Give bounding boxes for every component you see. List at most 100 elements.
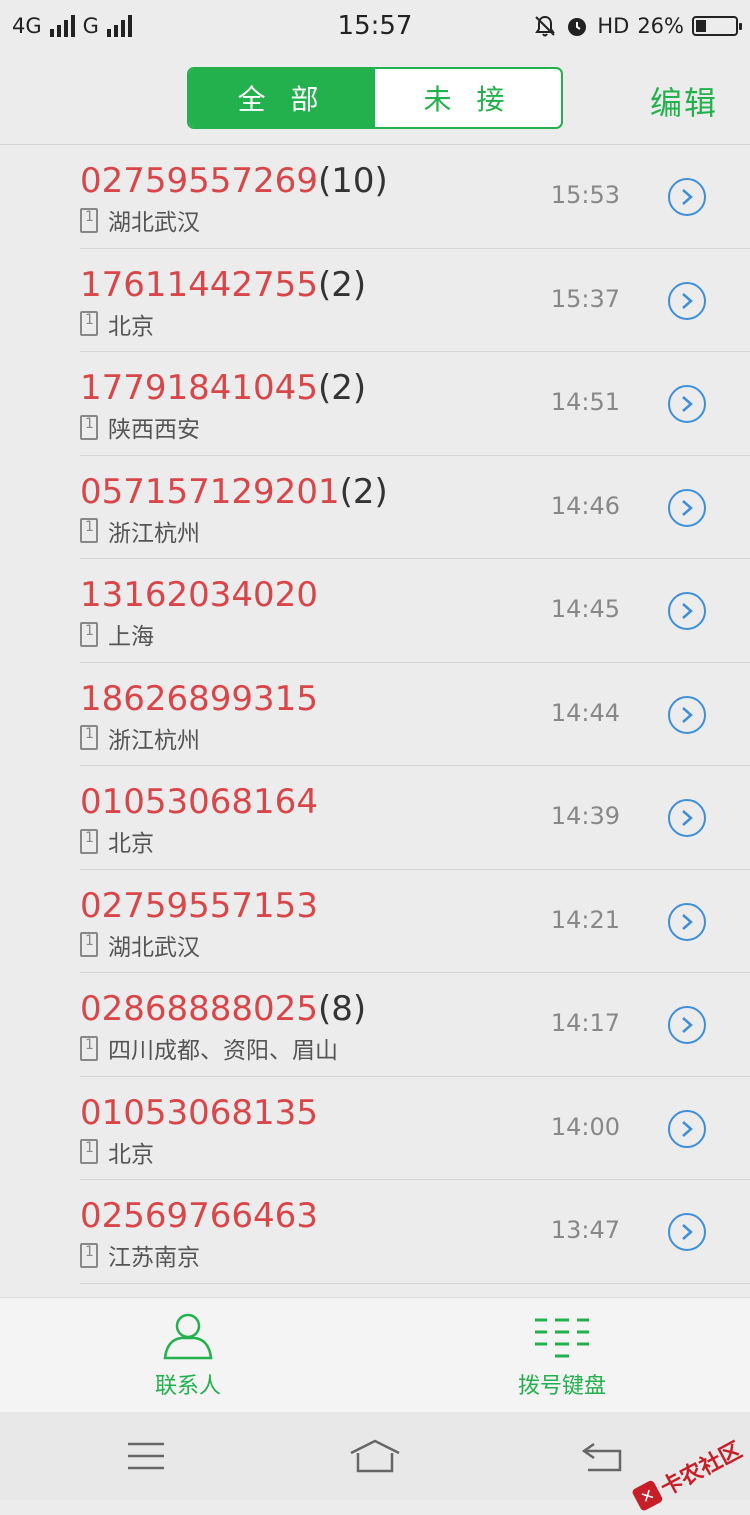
sim-card-icon bbox=[80, 828, 98, 854]
call-time: 15:53 bbox=[550, 181, 620, 209]
location-text: 北京 bbox=[108, 313, 154, 340]
status-left: 4G G bbox=[12, 14, 132, 38]
number-line: 02759557269(10) bbox=[80, 161, 388, 201]
number-line: 01053068135 bbox=[80, 1093, 318, 1133]
tab-all[interactable]: 全 部 bbox=[189, 69, 375, 127]
location-line: 四川成都、资阳、眉山 bbox=[80, 1031, 338, 1065]
back-icon bbox=[582, 1442, 622, 1472]
sim-card-icon bbox=[80, 1035, 98, 1061]
call-row[interactable]: 02759557269(10) 湖北武汉 15:53 bbox=[0, 145, 750, 249]
location-line: 湖北武汉 bbox=[80, 203, 200, 237]
call-row[interactable]: 02868888025(8) 四川成都、资阳、眉山 14:17 bbox=[0, 973, 750, 1077]
call-row[interactable]: 02569766463 江苏南京 13:47 bbox=[0, 1180, 750, 1284]
call-detail-button[interactable] bbox=[668, 1213, 706, 1251]
number-line: 02868888025(8) bbox=[80, 989, 366, 1029]
phone-number: 02569766463 bbox=[80, 1196, 318, 1236]
call-row[interactable]: 13162034020 上海 14:45 bbox=[0, 559, 750, 663]
watermark: ✕ 卡农社区 bbox=[629, 1433, 746, 1515]
sim-card-icon bbox=[80, 621, 98, 647]
location-text: 北京 bbox=[108, 831, 154, 857]
sim-card-icon bbox=[80, 932, 98, 957]
call-time: 14:17 bbox=[550, 1009, 620, 1037]
location-line: 江苏南京 bbox=[80, 1238, 200, 1272]
phone-number: 01053068135 bbox=[80, 1092, 318, 1133]
network-label-2: G bbox=[82, 14, 99, 38]
number-line: 057157129201(2) bbox=[80, 472, 388, 512]
signal-icon-2 bbox=[106, 15, 132, 37]
location-text: 湖北武汉 bbox=[108, 210, 200, 236]
tab-dialpad-label: 拨号键盘 bbox=[517, 1374, 606, 1399]
call-row[interactable]: 01053068135 北京 14:00 bbox=[0, 1077, 750, 1181]
call-detail-button[interactable] bbox=[668, 281, 706, 320]
menu-icon bbox=[128, 1442, 164, 1470]
call-count: (2) bbox=[339, 471, 388, 512]
phone-number: 17611442755 bbox=[80, 264, 318, 305]
call-time: 14:44 bbox=[550, 698, 620, 727]
call-count: (8) bbox=[317, 989, 367, 1029]
signal-icon bbox=[49, 15, 75, 37]
sim-card-icon bbox=[80, 207, 98, 233]
chevron-circle-icon bbox=[682, 1120, 693, 1137]
network-label-1: 4G bbox=[12, 14, 42, 38]
call-row[interactable]: 01053068164 北京 14:39 bbox=[0, 766, 750, 870]
number-line: 02569766463 bbox=[80, 1196, 318, 1236]
dialpad-icon bbox=[535, 1318, 589, 1358]
system-navbar: ✕ 卡农社区 bbox=[0, 1412, 750, 1512]
tab-dialpad[interactable]: 拨号键盘 bbox=[462, 1310, 662, 1400]
menu-button[interactable] bbox=[116, 1432, 176, 1480]
call-detail-button[interactable] bbox=[668, 1109, 706, 1148]
number-line: 02759557153 bbox=[80, 886, 318, 926]
phone-number: 057157129201 bbox=[80, 471, 340, 512]
phone-number: 18626899315 bbox=[80, 678, 318, 719]
person-icon bbox=[163, 1313, 213, 1360]
number-line: 17791841045(2) bbox=[80, 368, 366, 408]
chevron-circle-icon bbox=[682, 706, 693, 723]
location-line: 陕西西安 bbox=[80, 410, 200, 444]
chevron-circle-icon bbox=[682, 396, 693, 412]
status-right: HD 26% bbox=[533, 14, 742, 38]
call-detail-button[interactable] bbox=[668, 695, 706, 734]
chevron-circle-icon bbox=[682, 292, 693, 309]
call-row[interactable]: 17791841045(2) 陕西西安 14:51 bbox=[0, 352, 750, 456]
location-text: 江苏南京 bbox=[108, 1245, 200, 1271]
phone-number: 02868888025 bbox=[80, 989, 318, 1029]
call-detail-button[interactable] bbox=[668, 592, 706, 630]
phone-number: 13162034020 bbox=[80, 575, 318, 615]
back-button[interactable] bbox=[573, 1432, 633, 1480]
phone-number: 17791841045 bbox=[80, 368, 318, 408]
call-row[interactable]: 17611442755(2) 北京 15:37 bbox=[0, 249, 750, 353]
tab-missed[interactable]: 未 接 bbox=[375, 69, 561, 127]
location-text: 北京 bbox=[108, 1141, 154, 1168]
call-row[interactable]: 18626899315 浙江杭州 14:44 bbox=[0, 663, 750, 767]
sim-card-icon bbox=[80, 414, 98, 440]
chevron-circle-icon bbox=[682, 1017, 693, 1033]
location-line: 上海 bbox=[80, 617, 154, 651]
call-detail-button[interactable] bbox=[668, 488, 706, 527]
call-detail-button[interactable] bbox=[668, 385, 706, 423]
location-text: 上海 bbox=[108, 624, 154, 650]
sim-card-icon bbox=[80, 1242, 98, 1268]
number-line: 13162034020 bbox=[80, 575, 318, 615]
sim-card-icon bbox=[80, 725, 98, 750]
battery-percent: 26% bbox=[637, 14, 684, 38]
call-time: 14:45 bbox=[550, 595, 620, 623]
call-row[interactable]: 057157129201(2) 浙江杭州 14:46 bbox=[0, 456, 750, 560]
location-text: 湖北武汉 bbox=[108, 934, 200, 961]
call-detail-button[interactable] bbox=[668, 1006, 706, 1044]
call-list: 02759557269(10)湖北武汉15:5317611442755(2)北京… bbox=[0, 145, 750, 1284]
call-row[interactable]: 02759557153 湖北武汉 14:21 bbox=[0, 870, 750, 974]
location-text: 浙江杭州 bbox=[108, 520, 200, 547]
call-count: (2) bbox=[317, 264, 367, 305]
home-button[interactable] bbox=[345, 1432, 405, 1480]
tab-contacts[interactable]: 联系人 bbox=[88, 1310, 288, 1400]
alarm-icon bbox=[568, 18, 587, 36]
call-detail-button[interactable] bbox=[668, 799, 706, 837]
bottom-tabbar: 联系人 拨号键盘 bbox=[0, 1297, 750, 1413]
location-line: 北京 bbox=[80, 824, 154, 858]
edit-button[interactable]: 编辑 bbox=[650, 78, 718, 124]
chevron-circle-icon bbox=[682, 499, 693, 516]
call-detail-button[interactable] bbox=[668, 178, 706, 216]
call-detail-button[interactable] bbox=[668, 902, 706, 941]
location-line: 浙江杭州 bbox=[80, 721, 200, 755]
bell-off-icon bbox=[535, 15, 556, 37]
